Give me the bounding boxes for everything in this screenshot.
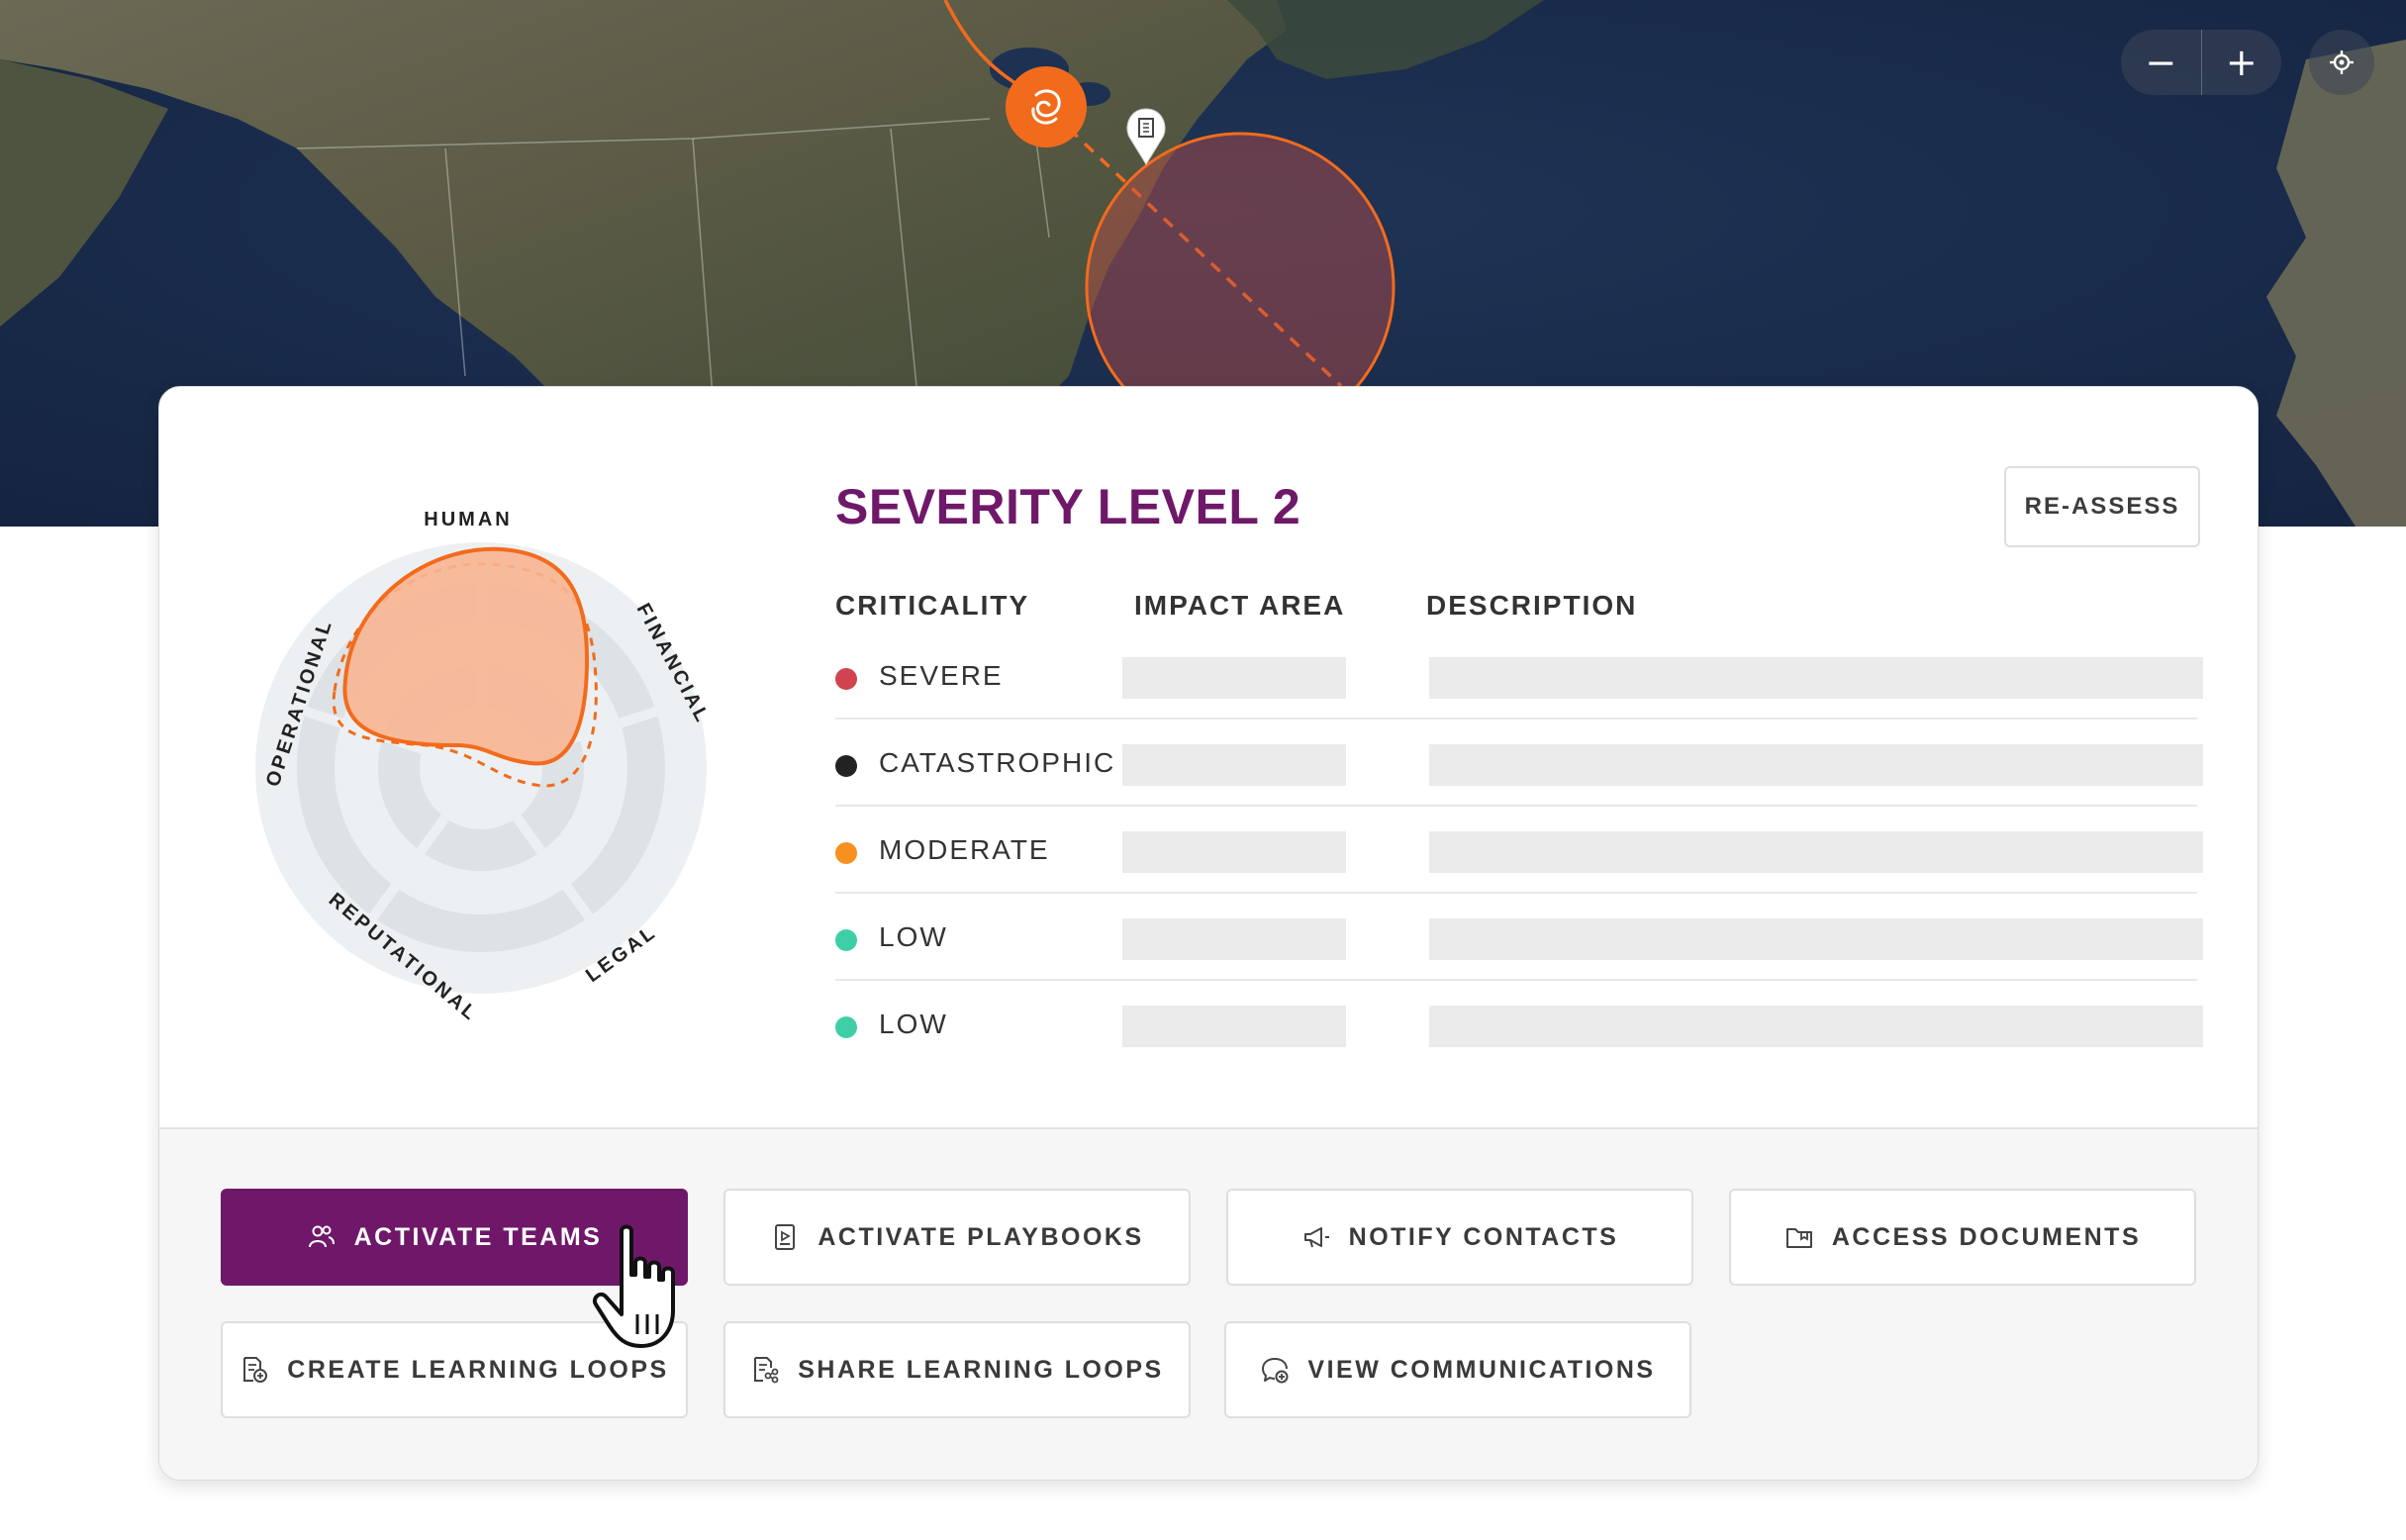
impact-area-placeholder — [1122, 918, 1346, 960]
zoom-control: − + — [2121, 30, 2281, 95]
criticality-label: CATASTROPHIC — [879, 747, 1116, 778]
impact-area-placeholder — [1122, 831, 1346, 873]
locate-button[interactable] — [2309, 30, 2374, 95]
share-learning-loops-label: SHARE LEARNING LOOPS — [798, 1355, 1164, 1384]
header-impact-area: IMPACT AREA — [1134, 590, 1346, 621]
access-documents-button[interactable]: ACCESS DOCUMENTS — [1729, 1189, 2196, 1286]
table-row[interactable]: LOW — [835, 894, 2203, 981]
criticality-dot — [835, 1016, 857, 1038]
share-learning-loops-button[interactable]: SHARE LEARNING LOOPS — [723, 1321, 1191, 1418]
create-learning-loops-label: CREATE LEARNING LOOPS — [287, 1355, 669, 1384]
header-description: DESCRIPTION — [1426, 590, 1638, 621]
playbook-icon — [775, 1224, 796, 1250]
description-placeholder — [1429, 831, 2203, 873]
description-placeholder — [1429, 1006, 2203, 1047]
criticality-dot — [835, 668, 857, 690]
table-row[interactable]: MODERATE — [835, 807, 2203, 894]
criticality-label: SEVERE — [879, 660, 1004, 691]
zoom-in-button[interactable]: + — [2202, 30, 2282, 95]
description-placeholder — [1429, 657, 2203, 699]
access-documents-label: ACCESS DOCUMENTS — [1831, 1222, 2142, 1251]
megaphone-icon — [1303, 1227, 1329, 1248]
notify-contacts-button[interactable]: NOTIFY CONTACTS — [1226, 1189, 1693, 1286]
severity-card: HUMAN FINANCIAL LEGAL REPUTATIONAL OPERA… — [158, 386, 2259, 1481]
hurricane-icon[interactable] — [1006, 66, 1087, 147]
view-communications-label: VIEW COMMUNICATIONS — [1307, 1355, 1656, 1384]
team-icon — [308, 1225, 335, 1248]
criticality-dot — [835, 755, 857, 777]
view-communications-button[interactable]: VIEW COMMUNICATIONS — [1224, 1321, 1691, 1418]
criticality-label: LOW — [879, 921, 948, 952]
criticality-dot — [835, 929, 857, 951]
criticality-label: LOW — [879, 1009, 948, 1039]
reassess-button[interactable]: RE-ASSESS — [2004, 466, 2200, 547]
folder-icon — [1785, 1228, 1812, 1248]
criticality-dot — [835, 842, 857, 864]
description-placeholder — [1429, 918, 2203, 960]
impact-area-placeholder — [1122, 657, 1346, 699]
radar-label-human: HUMAN — [424, 509, 512, 530]
criticality-label: MODERATE — [879, 834, 1050, 865]
activate-teams-label: ACTIVATE TEAMS — [353, 1222, 603, 1251]
impact-area-placeholder — [1122, 744, 1346, 786]
table-row[interactable]: CATASTROPHIC — [835, 720, 2203, 807]
severity-title: SEVERITY LEVEL 2 — [835, 479, 1301, 534]
activate-playbooks-label: ACTIVATE PLAYBOOKS — [818, 1222, 1144, 1251]
header-criticality: CRITICALITY — [835, 590, 1030, 621]
description-placeholder — [1429, 744, 2203, 786]
hand-cursor-icon — [593, 1224, 675, 1348]
impact-area-placeholder — [1122, 1006, 1346, 1047]
activate-playbooks-button[interactable]: ACTIVATE PLAYBOOKS — [723, 1189, 1191, 1286]
risk-radar-chart: HUMAN FINANCIAL LEGAL REPUTATIONAL OPERA… — [255, 509, 714, 1026]
zoom-out-button[interactable]: − — [2121, 30, 2201, 95]
notify-contacts-label: NOTIFY CONTACTS — [1348, 1222, 1619, 1251]
table-row[interactable]: SEVERE — [835, 632, 2203, 720]
table-row[interactable]: LOW — [835, 981, 2203, 1068]
chat-add-icon — [1262, 1358, 1289, 1384]
document-share-icon — [754, 1357, 779, 1384]
crosshair-icon — [2330, 50, 2354, 74]
actions-panel: ACTIVATE TEAMS ACTIVATE PLAYBOOKS NOTIFY… — [159, 1127, 2258, 1480]
document-add-icon — [243, 1357, 268, 1383]
